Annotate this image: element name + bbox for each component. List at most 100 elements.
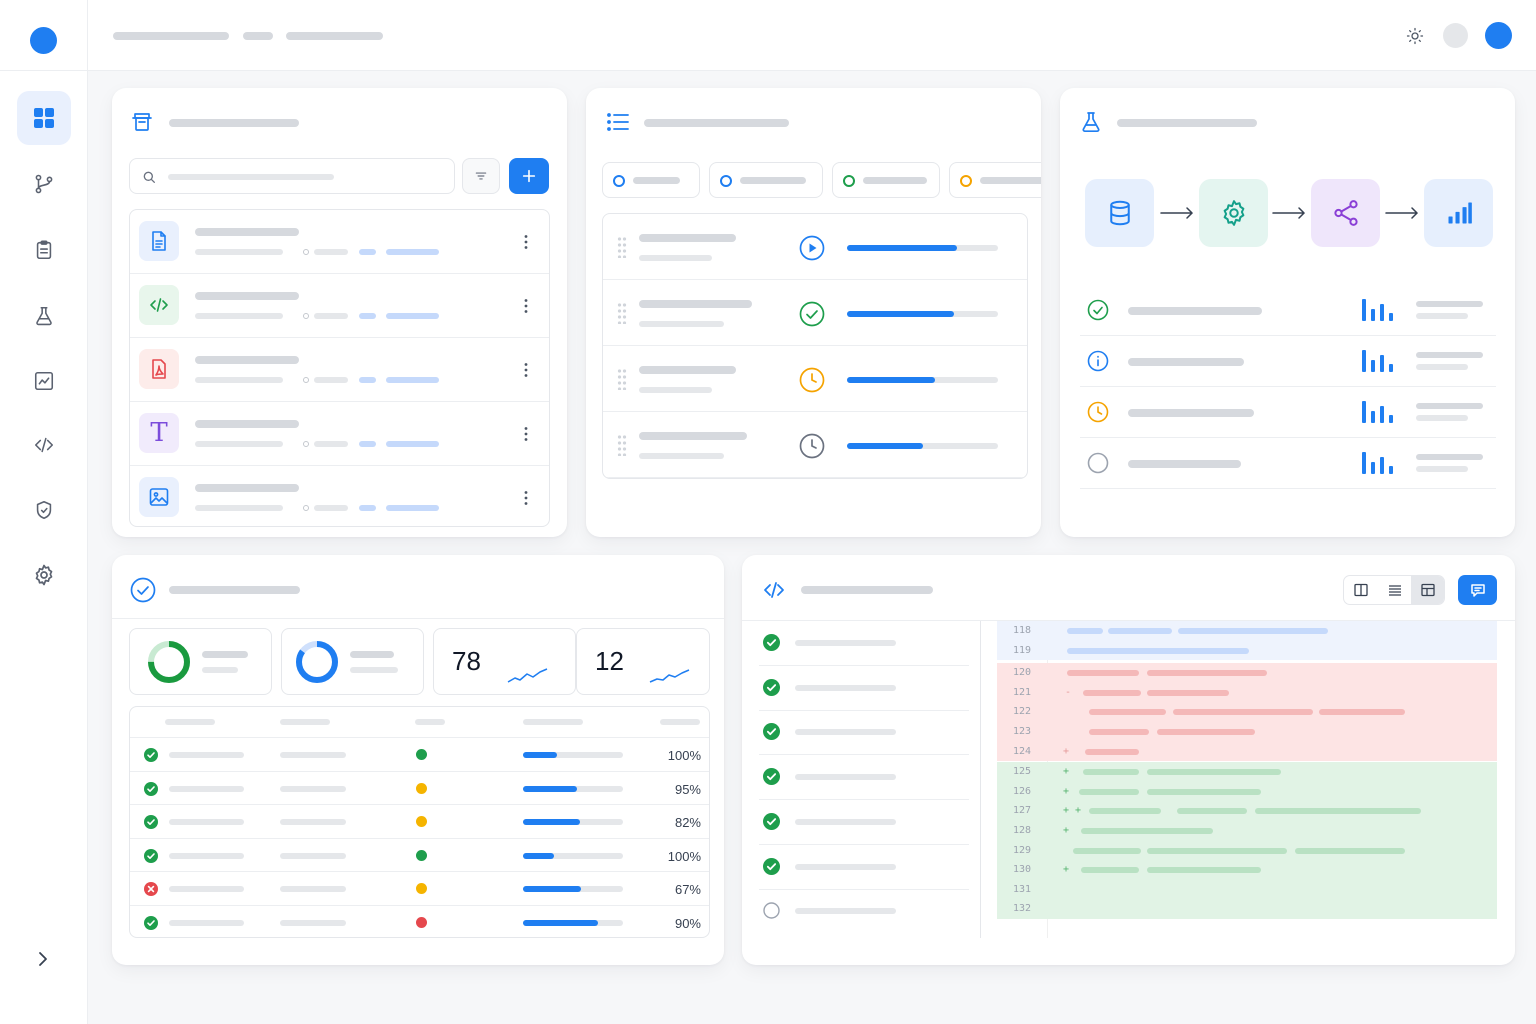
diff-line[interactable]: 132 (997, 899, 1497, 919)
table-row[interactable]: 90% (130, 906, 709, 938)
breadcrumb-item[interactable] (286, 32, 383, 40)
drag-handle[interactable] (617, 368, 627, 390)
code-token (1083, 689, 1141, 696)
breadcrumb-item[interactable] (243, 32, 273, 40)
split-view-button[interactable] (1344, 576, 1378, 604)
sidebar-item-code[interactable] (17, 418, 71, 472)
table-view-button[interactable] (1411, 576, 1444, 604)
comment-button[interactable] (1458, 575, 1497, 605)
stat-card-passed[interactable]: 78 (433, 628, 576, 695)
diff-line[interactable]: 122 (997, 702, 1497, 722)
notifications-avatar[interactable] (1443, 23, 1468, 48)
list-item[interactable] (130, 466, 549, 526)
list-item[interactable] (130, 274, 549, 338)
table-row[interactable] (603, 346, 1027, 412)
clock-icon[interactable] (799, 433, 825, 459)
more-icon[interactable] (523, 426, 529, 442)
list-item[interactable] (759, 710, 969, 756)
diff-line[interactable]: 121 - (997, 682, 1497, 703)
list-item[interactable] (759, 755, 969, 801)
theme-toggle[interactable] (1403, 24, 1427, 48)
breadcrumb[interactable] (113, 32, 393, 42)
search-input[interactable] (129, 158, 455, 194)
table-row[interactable] (603, 412, 1027, 478)
meta-dot (303, 505, 309, 511)
sidebar-item-tasks[interactable] (17, 223, 71, 277)
filter-chip[interactable] (709, 162, 823, 198)
database-icon (1109, 200, 1130, 226)
list-item[interactable] (1080, 438, 1496, 489)
test-table: 100% 95% 82% 100% 67% 90% (129, 706, 710, 938)
sidebar-item-settings[interactable] (17, 548, 71, 602)
list-item[interactable] (130, 338, 549, 402)
table-row[interactable] (603, 214, 1027, 280)
diff-line[interactable]: 118 (997, 621, 1497, 641)
stat-card-coverage[interactable] (129, 628, 272, 695)
breadcrumb-item[interactable] (113, 32, 229, 40)
check-circle-icon (763, 768, 780, 786)
filter-chip[interactable] (832, 162, 940, 198)
sidebar-item-experiments[interactable] (17, 289, 71, 343)
drag-handle[interactable] (617, 302, 627, 324)
stat-label (350, 651, 394, 658)
table-row[interactable]: 67% (130, 872, 709, 906)
diff-line[interactable]: 123 (997, 722, 1497, 742)
pipeline-stage-share[interactable] (1311, 179, 1380, 247)
diff-line[interactable]: 119 (997, 640, 1497, 661)
diff-line[interactable]: 130 + (997, 860, 1497, 880)
drag-handle[interactable] (617, 434, 627, 456)
pipeline-stage-database[interactable] (1085, 179, 1154, 247)
filter-button[interactable] (462, 158, 500, 194)
diff-line[interactable]: 128 + (997, 821, 1497, 841)
clock-icon[interactable] (799, 367, 825, 393)
diff-line[interactable]: 124 + (997, 741, 1497, 762)
pipeline-stage-process[interactable] (1199, 179, 1268, 247)
sidebar-collapse-button[interactable] (30, 947, 54, 971)
search-placeholder (168, 174, 334, 180)
check-circle-icon[interactable] (799, 301, 825, 327)
add-file-button[interactable] (509, 158, 549, 194)
diff-line[interactable]: 129 (997, 840, 1497, 861)
table-row[interactable] (603, 280, 1027, 346)
sidebar-item-dashboard[interactable] (17, 91, 71, 145)
stat-card-failed[interactable]: 12 (576, 628, 710, 695)
table-row[interactable]: 82% (130, 805, 709, 839)
drag-handle[interactable] (617, 236, 627, 258)
table-row[interactable]: 95% (130, 772, 709, 805)
list-item[interactable] (1080, 285, 1496, 336)
sidebar-item-security[interactable] (17, 483, 71, 537)
list-item[interactable] (130, 210, 549, 274)
user-avatar[interactable] (1485, 22, 1512, 49)
list-item[interactable] (759, 889, 969, 934)
list-view-button[interactable] (1378, 576, 1411, 604)
list-item[interactable] (759, 666, 969, 711)
table-row[interactable]: 100% (130, 839, 709, 872)
more-icon[interactable] (523, 298, 529, 314)
list-item[interactable] (1080, 336, 1496, 387)
diff-line[interactable]: 131 (997, 879, 1497, 900)
logo[interactable] (30, 27, 57, 54)
stat-card-progress[interactable] (281, 628, 424, 695)
table-row[interactable]: 100% (130, 738, 709, 772)
file-tag (359, 313, 376, 319)
more-icon[interactable] (523, 362, 529, 378)
play-circle-icon[interactable] (799, 235, 825, 261)
list-item[interactable] (759, 800, 969, 845)
list-item[interactable] (1080, 387, 1496, 438)
list-item[interactable] (759, 621, 969, 666)
more-icon[interactable] (523, 490, 529, 506)
sidebar-item-analytics[interactable] (17, 354, 71, 408)
list-item[interactable] (759, 845, 969, 890)
sidebar-item-branches[interactable] (17, 157, 71, 211)
filter-chip[interactable] (602, 162, 700, 198)
diff-line[interactable]: 120 (997, 663, 1497, 683)
card-title (169, 586, 300, 594)
diff-line[interactable]: 127 + + (997, 801, 1497, 821)
list-item[interactable]: T (130, 402, 549, 466)
diff-line[interactable]: 126 + (997, 781, 1497, 802)
pipeline-stage-report[interactable] (1424, 179, 1493, 247)
progress-bar (523, 819, 623, 825)
more-icon[interactable] (523, 234, 529, 250)
filter-chip[interactable] (949, 162, 1041, 198)
diff-line[interactable]: 125 + (997, 762, 1497, 782)
